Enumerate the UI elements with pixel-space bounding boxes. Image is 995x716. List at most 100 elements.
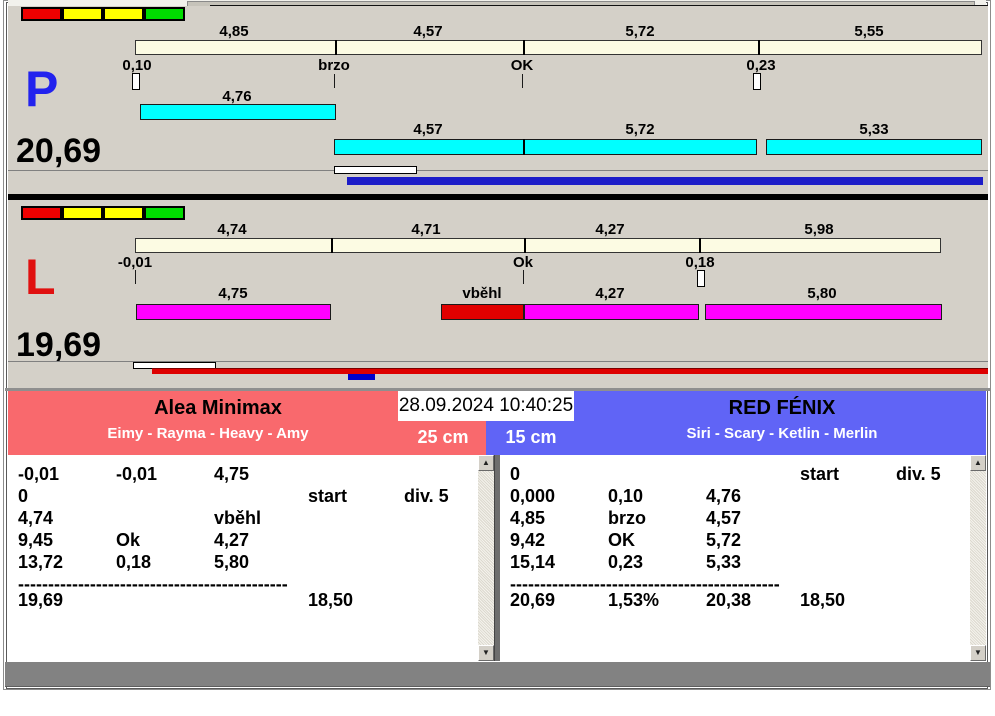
lane-p-section: P 20,69 4,85 4,57 5,72 5,55 0,10 brzo OK…	[8, 6, 988, 194]
dog-bar-fault	[441, 304, 524, 320]
results-cell: 0	[18, 486, 29, 506]
scrollbar-right-panel[interactable]: ▲ ▼	[970, 455, 986, 661]
results-total: 1,53%	[608, 590, 660, 610]
scroll-up-button[interactable]: ▲	[478, 455, 494, 471]
dog-bar	[766, 139, 982, 155]
dog-bar-label: 5,80	[807, 285, 837, 302]
marker-tick	[522, 74, 523, 88]
results-cell: -0,01	[116, 464, 158, 484]
status-square-yellow	[62, 206, 103, 220]
split-divider	[335, 40, 337, 55]
results-cell: div. 5	[404, 486, 449, 506]
marker-tick	[334, 74, 335, 88]
bottom-status-bar	[5, 662, 990, 687]
dog-bar	[705, 304, 942, 320]
split-divider	[331, 238, 333, 253]
results-cell: div. 5	[896, 464, 941, 484]
results-cell: 0	[510, 464, 521, 484]
category-chip-right: 15 cm	[505, 427, 557, 447]
marker-label: 0,18	[685, 254, 715, 271]
split-segment-label: 5,98	[804, 221, 834, 238]
split-bar-l	[135, 238, 941, 253]
team-name: Alea Minimax	[154, 397, 282, 419]
progress-white-bar	[334, 166, 417, 174]
dog-bar	[524, 304, 699, 320]
team-dogs: Siri - Scary - Ketlin - Merlin	[686, 425, 878, 442]
lane-p-label: P	[25, 61, 59, 117]
results-cell: vběhl	[214, 508, 262, 528]
marker-tick	[523, 270, 524, 284]
split-segment-label: 4,57	[413, 23, 443, 40]
split-divider	[758, 40, 760, 55]
marker-label: brzo	[318, 57, 350, 74]
results-cell: 9,42	[510, 530, 546, 550]
results-cell: -0,01	[18, 464, 60, 484]
team-name: RED FÉNIX	[728, 397, 836, 419]
results-cell: 4,85	[510, 508, 546, 528]
split-segment-label: 4,74	[217, 221, 247, 238]
marker-box	[753, 73, 761, 90]
split-segment-label: 5,55	[854, 23, 884, 40]
scroll-down-icon: ▼	[482, 648, 490, 657]
results-cell: 9,45	[18, 530, 54, 550]
status-square-red	[21, 7, 62, 21]
dog-bar	[136, 304, 331, 320]
results-cell: 4,74	[18, 508, 54, 528]
scroll-down-icon: ▼	[974, 648, 982, 657]
results-cell: 5,72	[706, 530, 742, 550]
dog-bar	[334, 139, 757, 155]
lane-p-total: 20,69	[16, 132, 102, 170]
status-square-green	[144, 206, 185, 220]
scroll-up-button[interactable]: ▲	[970, 455, 986, 471]
status-square-yellow	[62, 7, 103, 21]
results-panel-left: -0,01 -0,01 4,75 0 start div. 5 4,74 vbě…	[8, 455, 494, 661]
results-cell: start	[308, 486, 348, 506]
split-segment-label: 5,72	[625, 23, 655, 40]
results-cell: 5,33	[706, 552, 742, 572]
marker-box	[132, 73, 140, 90]
results-cell: 0,000	[510, 486, 556, 506]
results-cell: 13,72	[18, 552, 64, 572]
scroll-down-button[interactable]: ▼	[970, 645, 986, 661]
dog-bar-label: 4,75	[218, 285, 248, 302]
results-total: 20,38	[706, 590, 752, 610]
results-cell: 4,27	[214, 530, 250, 550]
split-segment-label: 4,71	[411, 221, 441, 238]
results-cell: brzo	[608, 508, 646, 528]
results-panel-right: 0 start div. 5 0,000 0,10 4,76 4,85 brzo…	[500, 455, 986, 661]
results-cell: start	[800, 464, 840, 484]
results-cell: 4,76	[706, 486, 742, 506]
status-square-red	[21, 206, 62, 220]
results-total: 20,69	[510, 590, 556, 610]
dog-bar-label: vběhl	[462, 285, 502, 302]
progress-blue-mark	[348, 374, 375, 380]
results-cell: 5,80	[214, 552, 250, 572]
marker-tick	[135, 270, 136, 284]
dog-bar	[140, 104, 336, 120]
category-chip-left: 25 cm	[417, 427, 469, 447]
split-divider	[524, 238, 526, 253]
marker-label: 0,23	[746, 57, 776, 74]
scroll-up-icon: ▲	[482, 458, 490, 467]
status-square-yellow	[103, 206, 144, 220]
status-square-green	[144, 7, 185, 21]
marker-label: -0,01	[117, 254, 153, 271]
dog-bar-label: 5,33	[859, 121, 889, 138]
split-divider	[523, 40, 525, 55]
results-cell: OK	[608, 530, 635, 550]
marker-label: OK	[510, 57, 534, 74]
results-cell: Ok	[116, 530, 141, 550]
lane-l-section: L 19,69 4,74 4,71 4,27 5,98 -0,01 Ok 0,1…	[8, 200, 988, 389]
scroll-down-button[interactable]: ▼	[478, 645, 494, 661]
results-cell: 4,75	[214, 464, 250, 484]
team-dogs: Eimy - Rayma - Heavy - Amy	[107, 425, 309, 442]
split-segment-label: 4,85	[219, 23, 249, 40]
scrollbar-left-panel[interactable]: ▲ ▼	[478, 455, 494, 661]
marker-label: 0,10	[122, 57, 152, 74]
results-total: 18,50	[308, 590, 354, 610]
results-cell: 15,14	[510, 552, 556, 572]
progress-blue-bar	[347, 177, 983, 185]
dog-bar-label: 5,72	[625, 121, 655, 138]
results-total: 19,69	[18, 590, 64, 610]
results-cell: 0,10	[608, 486, 644, 506]
